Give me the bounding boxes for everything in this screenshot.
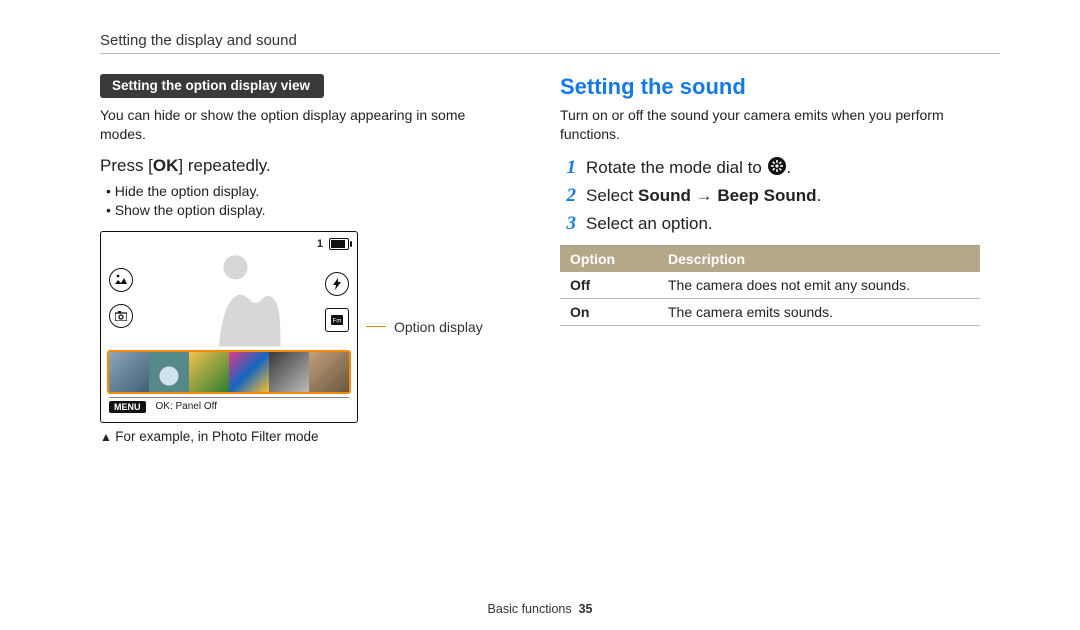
menu-chip: MENU — [109, 401, 146, 413]
breadcrumb: Setting the display and sound — [100, 32, 1000, 49]
camera-screen: 1 — [100, 231, 358, 423]
size-icon: Fm — [325, 308, 349, 332]
step-item: 1 Rotate the mode dial to . — [560, 156, 1000, 179]
filter-thumb — [109, 352, 149, 392]
page-footer: Basic functions 35 — [0, 602, 1080, 616]
press-bullet-list: Hide the option display. Show the option… — [106, 182, 500, 221]
camera-mode-icon — [109, 304, 133, 328]
panel-off-label: OK: Panel Off — [156, 401, 218, 412]
press-suffix: ] repeatedly. — [178, 156, 270, 175]
col-option: Option — [560, 245, 658, 272]
flash-icon — [325, 272, 349, 296]
callout-leader — [366, 326, 386, 327]
col-description: Description — [658, 245, 980, 272]
cell-desc: The camera does not emit any sounds. — [658, 272, 980, 299]
step-text: Select Sound → Beep Sound. — [586, 186, 821, 206]
section-intro: Turn on or off the sound your camera emi… — [560, 106, 1000, 144]
cell-option: On — [560, 298, 658, 325]
options-table: Option Description Off The camera does n… — [560, 245, 980, 326]
bullet-item: Hide the option display. — [106, 182, 500, 202]
step-item: 3 Select an option. — [560, 213, 1000, 235]
section-heading: Setting the sound — [560, 74, 1000, 100]
press-instruction: Press [OK] repeatedly. — [100, 156, 500, 176]
left-column: Setting the option display view You can … — [100, 74, 500, 444]
battery-icon — [329, 238, 349, 250]
step-text-fragment: Rotate the mode dial to — [586, 158, 767, 177]
table-row: On The camera emits sounds. — [560, 298, 980, 325]
screen-bottom-bar: MENU OK: Panel Off — [109, 397, 349, 416]
cell-option: Off — [560, 272, 658, 299]
ok-glyph: OK — [153, 156, 179, 175]
step-list: 1 Rotate the mode dial to . 2 Select Sou… — [560, 156, 1000, 235]
step-text: Rotate the mode dial to . — [586, 156, 791, 178]
frame-counter: 1 — [317, 238, 323, 250]
step-number: 3 — [560, 213, 576, 235]
press-prefix: Press [ — [100, 156, 153, 175]
step-item: 2 Select Sound → Beep Sound. — [560, 185, 1000, 207]
step-number: 2 — [560, 185, 576, 207]
filter-thumb — [269, 352, 309, 392]
right-column: Setting the sound Turn on or off the sou… — [560, 74, 1000, 444]
callout-label: Option display — [394, 319, 483, 335]
screen-with-callout: 1 — [100, 231, 500, 423]
figure-caption: For example, in Photo Filter mode — [100, 429, 500, 444]
menu-path-bold: Beep Sound — [717, 186, 816, 205]
cell-desc: The camera emits sounds. — [658, 298, 980, 325]
filter-thumb — [229, 352, 269, 392]
menu-path-bold: Sound — [638, 186, 691, 205]
arrow-glyph: → — [691, 186, 717, 205]
step-text-fragment: Select — [586, 186, 638, 205]
svg-text:Fm: Fm — [333, 318, 342, 324]
step-text-fragment: . — [787, 158, 792, 177]
step-text-fragment: . — [817, 186, 822, 205]
option-display-strip — [107, 350, 351, 394]
rule — [100, 53, 1000, 54]
bullet-item: Show the option display. — [106, 201, 500, 221]
step-text: Select an option. — [586, 214, 713, 234]
section-pill: Setting the option display view — [100, 74, 324, 98]
page-number: 35 — [579, 602, 593, 616]
table-header-row: Option Description — [560, 245, 980, 272]
scene-icon — [109, 268, 133, 292]
content-columns: Setting the option display view You can … — [100, 74, 1000, 444]
section-intro: You can hide or show the option display … — [100, 106, 500, 144]
step-number: 1 — [560, 157, 576, 179]
table-row: Off The camera does not emit any sounds. — [560, 272, 980, 299]
filter-thumb — [189, 352, 229, 392]
settings-gear-icon — [767, 156, 787, 176]
hud-right: Fm — [325, 272, 349, 332]
manual-page: Setting the display and sound Setting th… — [0, 0, 1080, 630]
section-name: Basic functions — [488, 602, 572, 616]
hud-left — [109, 268, 133, 328]
hud-top: 1 — [317, 238, 349, 250]
filter-thumb — [309, 352, 349, 392]
subject-silhouette — [181, 242, 301, 352]
filter-thumb — [149, 352, 189, 392]
